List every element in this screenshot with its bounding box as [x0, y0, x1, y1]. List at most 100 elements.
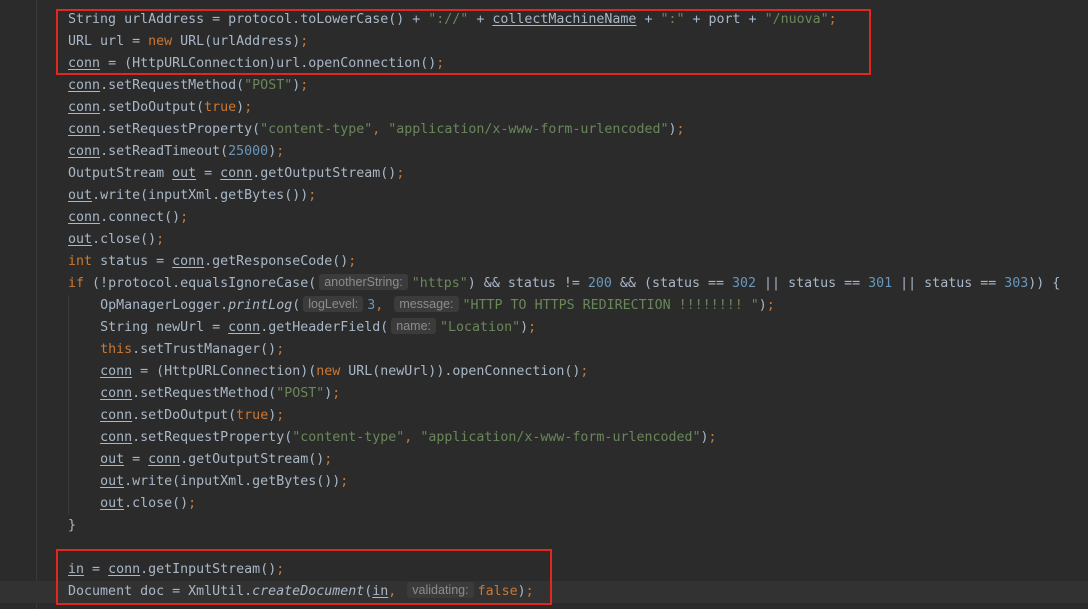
- variable-token[interactable]: conn: [68, 56, 100, 71]
- keyword-token[interactable]: if: [68, 276, 84, 291]
- punctuation-token[interactable]: ;: [580, 364, 588, 379]
- variable-token[interactable]: out: [68, 232, 92, 247]
- variable-token[interactable]: out: [100, 474, 124, 489]
- code-text[interactable]: && (status ==: [612, 276, 732, 291]
- code-text[interactable]: .setRequestMethod(: [100, 78, 244, 93]
- code-text[interactable]: +: [468, 12, 492, 27]
- code-text[interactable]: =: [196, 166, 220, 181]
- number-literal[interactable]: 302: [732, 276, 756, 291]
- code-line[interactable]: conn.setRequestProperty("content-type", …: [0, 119, 1088, 141]
- code-text[interactable]: = (HttpURLConnection)url.openConnection(…: [100, 56, 436, 71]
- code-line[interactable]: conn.setRequestMethod("POST");: [0, 75, 1088, 97]
- code-text[interactable]: .setDoOutput(: [132, 408, 236, 423]
- punctuation-token[interactable]: ;: [180, 210, 188, 225]
- punctuation-token[interactable]: ;: [436, 56, 444, 71]
- variable-token[interactable]: conn: [108, 562, 140, 577]
- code-line-current[interactable]: Document doc = XmlUtil.createDocument(in…: [0, 581, 1088, 603]
- code-line[interactable]: in = conn.getInputStream();: [0, 559, 1088, 581]
- string-literal[interactable]: "Location": [440, 320, 520, 335]
- variable-token[interactable]: in: [372, 584, 388, 599]
- variable-token[interactable]: conn: [68, 100, 100, 115]
- code-text[interactable]: || status ==: [756, 276, 868, 291]
- punctuation-token[interactable]: ;: [276, 408, 284, 423]
- punctuation-token[interactable]: ;: [528, 320, 536, 335]
- code-line[interactable]: String urlAddress = protocol.toLowerCase…: [0, 9, 1088, 31]
- keyword-token[interactable]: true: [204, 100, 236, 115]
- code-line[interactable]: conn = (HttpURLConnection)(new URL(newUr…: [0, 361, 1088, 383]
- string-literal[interactable]: "application/x-www-form-urlencoded": [388, 122, 668, 137]
- code-text[interactable]: || status ==: [892, 276, 1004, 291]
- code-line[interactable]: conn.setDoOutput(true);: [0, 97, 1088, 119]
- code-line[interactable]: conn.setRequestProperty("content-type", …: [0, 427, 1088, 449]
- keyword-token[interactable]: false: [478, 584, 518, 599]
- code-text[interactable]: + port +: [685, 12, 765, 27]
- code-text[interactable]: .setRequestProperty(: [100, 122, 260, 137]
- variable-token[interactable]: conn: [148, 452, 180, 467]
- punctuation-token[interactable]: ;: [276, 562, 284, 577]
- punctuation-token[interactable]: ;: [396, 166, 404, 181]
- punctuation-token[interactable]: ;: [244, 100, 252, 115]
- code-line[interactable]: [0, 537, 1088, 559]
- variable-token[interactable]: conn: [228, 320, 260, 335]
- punctuation-token[interactable]: ;: [308, 188, 316, 203]
- code-text[interactable]: String newUrl =: [100, 320, 228, 335]
- code-text[interactable]: Document doc = XmlUtil.: [68, 584, 252, 599]
- code-text[interactable]: ): [236, 100, 244, 115]
- code-text[interactable]: .close(): [124, 496, 188, 511]
- variable-token[interactable]: conn: [100, 430, 132, 445]
- string-literal[interactable]: "POST": [244, 78, 292, 93]
- number-literal[interactable]: 301: [868, 276, 892, 291]
- code-text[interactable]: ): [520, 320, 528, 335]
- code-line[interactable]: OpManagerLogger.printLog(logLevel: 3, mes…: [0, 295, 1088, 317]
- variable-token[interactable]: conn: [68, 78, 100, 93]
- variable-token[interactable]: in: [68, 562, 84, 577]
- code-text[interactable]: OpManagerLogger.: [100, 298, 228, 313]
- code-lines[interactable]: String urlAddress = protocol.toLowerCase…: [0, 9, 1088, 603]
- string-literal[interactable]: "/nuova": [765, 12, 829, 27]
- punctuation-token[interactable]: ;: [348, 254, 356, 269]
- code-text[interactable]: .write(inputXml.getBytes()): [124, 474, 340, 489]
- keyword-token[interactable]: this: [100, 342, 132, 357]
- keyword-token[interactable]: int: [68, 254, 92, 269]
- punctuation-token[interactable]: ;: [677, 122, 685, 137]
- code-line[interactable]: conn.setDoOutput(true);: [0, 405, 1088, 427]
- code-text[interactable]: .getHeaderField(: [260, 320, 388, 335]
- code-line[interactable]: conn = (HttpURLConnection)url.openConnec…: [0, 53, 1088, 75]
- code-text[interactable]: [383, 298, 391, 313]
- code-text[interactable]: String urlAddress = protocol.toLowerCase…: [68, 12, 428, 27]
- code-text[interactable]: ): [668, 122, 676, 137]
- code-text[interactable]: .write(inputXml.getBytes()): [92, 188, 308, 203]
- variable-token[interactable]: conn: [68, 144, 100, 159]
- code-text[interactable]: }: [68, 518, 76, 533]
- code-text[interactable]: .close(): [92, 232, 156, 247]
- code-text[interactable]: = (HttpURLConnection)(: [132, 364, 316, 379]
- code-text[interactable]: URL url =: [68, 34, 148, 49]
- code-text[interactable]: .getInputStream(): [140, 562, 276, 577]
- code-line[interactable]: out.write(inputXml.getBytes());: [0, 471, 1088, 493]
- variable-token[interactable]: out: [100, 452, 124, 467]
- number-literal[interactable]: 303: [1004, 276, 1028, 291]
- code-line[interactable]: }: [0, 515, 1088, 537]
- code-text[interactable]: OutputStream: [68, 166, 172, 181]
- string-literal[interactable]: "POST": [276, 386, 324, 401]
- punctuation-token[interactable]: ;: [156, 232, 164, 247]
- code-line[interactable]: OutputStream out = conn.getOutputStream(…: [0, 163, 1088, 185]
- string-literal[interactable]: ":": [660, 12, 684, 27]
- punctuation-token[interactable]: ;: [767, 298, 775, 313]
- keyword-token[interactable]: true: [236, 408, 268, 423]
- punctuation-token[interactable]: ;: [829, 12, 837, 27]
- punctuation-token[interactable]: ;: [709, 430, 717, 445]
- code-text[interactable]: [396, 584, 404, 599]
- keyword-token[interactable]: new: [316, 364, 340, 379]
- code-line[interactable]: out = conn.getOutputStream();: [0, 449, 1088, 471]
- variable-token[interactable]: out: [172, 166, 196, 181]
- code-text[interactable]: .getOutputStream(): [180, 452, 324, 467]
- code-text[interactable]: )) {: [1028, 276, 1060, 291]
- code-text[interactable]: ): [701, 430, 709, 445]
- code-text[interactable]: ) && status !=: [468, 276, 588, 291]
- code-text[interactable]: (: [292, 298, 300, 313]
- punctuation-token[interactable]: ;: [188, 496, 196, 511]
- variable-token[interactable]: conn: [100, 364, 132, 379]
- number-literal[interactable]: 200: [588, 276, 612, 291]
- code-text[interactable]: =: [84, 562, 108, 577]
